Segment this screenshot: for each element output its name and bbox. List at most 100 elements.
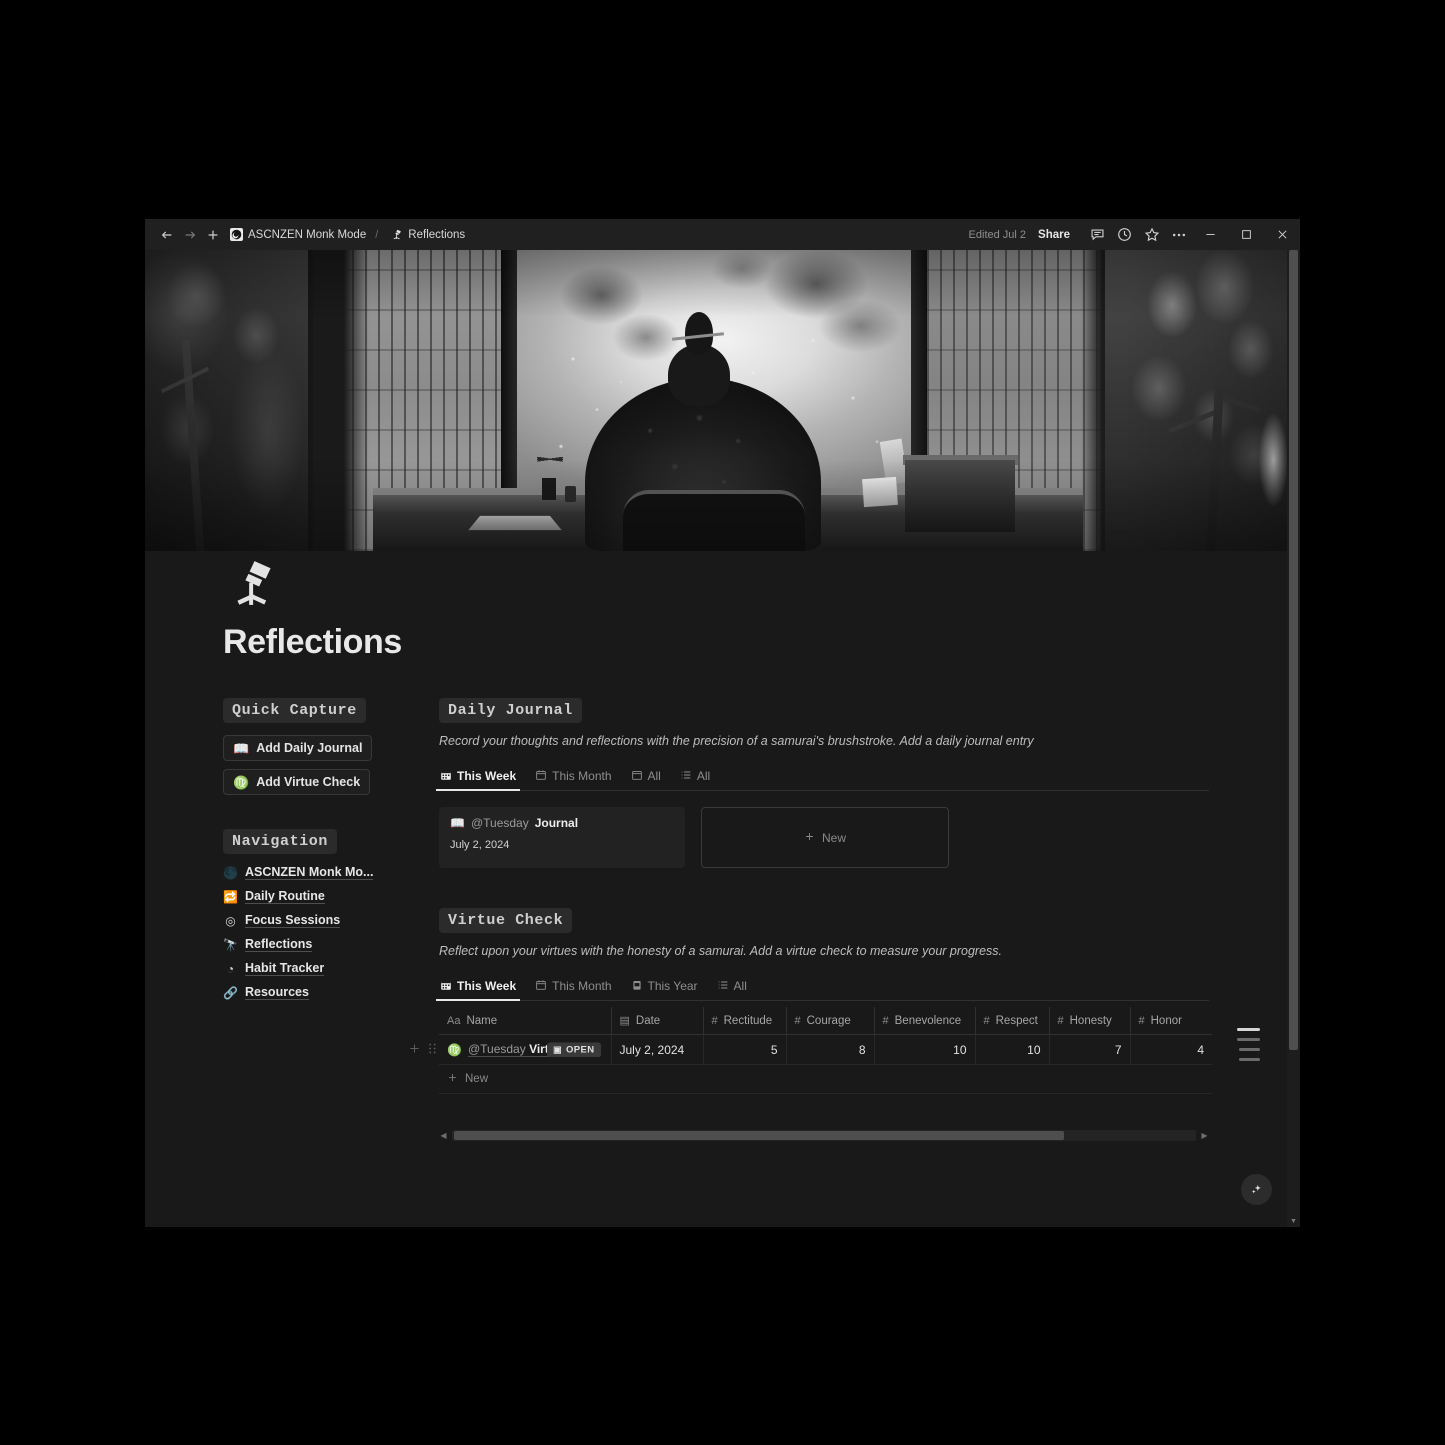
cover-image[interactable] (145, 250, 1287, 551)
plus-icon (804, 831, 815, 845)
calendar-month-icon (535, 769, 547, 785)
tab-all-list[interactable]: All (679, 765, 711, 791)
page-vertical-scrollbar[interactable]: ▲ ▼ (1287, 250, 1300, 1227)
close-button[interactable] (1264, 219, 1300, 250)
star-icon[interactable] (1138, 221, 1165, 248)
column-header-benevolence[interactable]: # Benevolence (874, 1007, 976, 1035)
toc-line-3[interactable] (1239, 1048, 1260, 1051)
target-icon: ◎ (225, 913, 236, 928)
column-header-date[interactable]: ▤ Date (611, 1007, 704, 1035)
journal-card[interactable]: 📖 @Tuesday Journal July 2, 2024 (439, 807, 685, 868)
toc-line-2[interactable] (1237, 1038, 1260, 1041)
table-of-contents-indicator[interactable] (1237, 1028, 1260, 1061)
sidebar-item-habit-tracker[interactable]: ◔ Habit Tracker (223, 961, 401, 976)
breadcrumb-workspace[interactable]: ASCNZEN Monk Mode (227, 228, 369, 241)
column-header-courage[interactable]: # Courage (786, 1007, 875, 1035)
daily-journal-cards: 📖 @Tuesday Journal July 2, 2024 New (439, 807, 1209, 868)
navigation-heading: Navigation (223, 829, 338, 854)
drag-handle-icon[interactable] (428, 1042, 437, 1057)
more-options-icon[interactable] (1165, 221, 1192, 248)
cell-rectitude[interactable]: 5 (703, 1034, 787, 1065)
add-virtue-check-button[interactable]: ♍ Add Virtue Check (223, 769, 371, 795)
virtue-check-table-wrapper: Aa Name ▤ Date # Rectitude # Courage # Benevo… (410, 1007, 1212, 1141)
scroll-left-icon[interactable]: ◀ (439, 1131, 448, 1140)
maximize-button[interactable] (1228, 219, 1264, 250)
table-row[interactable]: ♍ @Tuesday Virt ▣ OPEN July 2, 2024 5 8 … (439, 1034, 1212, 1065)
edited-timestamp: Edited Jul 2 (968, 228, 1027, 241)
cell-honesty[interactable]: 7 (1049, 1034, 1131, 1065)
chart-icon: ◔ (226, 961, 235, 976)
sidebar-item-reflections[interactable]: 🔭 Reflections (223, 937, 401, 952)
column-header-respect[interactable]: # Respect (975, 1007, 1050, 1035)
new-journal-card-button[interactable]: New (701, 807, 949, 868)
minimize-button[interactable] (1192, 219, 1228, 250)
ai-assistant-button[interactable] (1241, 1174, 1272, 1205)
main-column: Daily Journal Record your thoughts and r… (410, 698, 1212, 1141)
vertical-scrollbar-thumb[interactable] (1289, 250, 1298, 1050)
tab-vc-this-month[interactable]: This Month (534, 975, 612, 1001)
journal-card-title: 📖 @Tuesday Journal (450, 816, 674, 830)
cell-honor[interactable]: 4 (1130, 1034, 1212, 1065)
scroll-right-icon[interactable]: ▶ (1200, 1131, 1209, 1140)
calendar-icon (631, 769, 643, 785)
daily-journal-tabs: This Week This Month All All (435, 765, 1209, 791)
number-type-icon: # (1138, 1014, 1145, 1027)
open-row-button[interactable]: ▣ OPEN (547, 1042, 601, 1057)
column-header-rectitude[interactable]: # Rectitude (703, 1007, 787, 1035)
number-type-icon: # (794, 1014, 801, 1027)
column-header-name[interactable]: Aa Name (439, 1007, 612, 1035)
app-window: ASCNZEN Monk Mode / Reflections Edited J… (145, 219, 1300, 1227)
table-header-row: Aa Name ▤ Date # Rectitude # Courage # Benevo… (439, 1007, 1212, 1035)
tab-this-month[interactable]: This Month (534, 765, 612, 791)
tab-vc-this-week[interactable]: This Week (435, 975, 521, 1001)
tab-vc-this-year[interactable]: This Year (630, 975, 699, 1001)
daily-journal-block: Daily Journal Record your thoughts and r… (435, 698, 1209, 868)
toc-line-1[interactable] (1237, 1028, 1260, 1031)
tab-vc-all[interactable]: All (716, 975, 748, 1001)
cell-benevolence[interactable]: 10 (874, 1034, 976, 1065)
comment-icon[interactable] (1084, 221, 1111, 248)
calendar-month-icon (535, 979, 547, 995)
share-button[interactable]: Share (1038, 229, 1070, 241)
toc-line-4[interactable] (1239, 1058, 1260, 1061)
column-header-honor[interactable]: # Honor (1130, 1007, 1212, 1035)
sidebar-item-resources[interactable]: 🔗 Resources (223, 985, 401, 1000)
quick-capture-block: Quick Capture 📖 Add Daily Journal ♍ Add … (223, 698, 401, 795)
page-telescope-icon[interactable] (223, 555, 279, 611)
tab-this-week[interactable]: This Week (435, 765, 521, 791)
daily-journal-heading: Daily Journal (439, 698, 582, 723)
cell-courage[interactable]: 8 (786, 1034, 875, 1065)
back-icon[interactable] (155, 223, 178, 246)
scrollbar-track[interactable] (452, 1130, 1196, 1141)
tab-label: This Month (552, 769, 612, 784)
sidebar-item-daily-routine[interactable]: 🔁 Daily Routine (223, 889, 401, 904)
sidebar-item-ascnzen-monk-mode[interactable]: 🌑 ASCNZEN Monk Mo... (223, 865, 401, 880)
content-columns: Quick Capture 📖 Add Daily Journal ♍ Add … (223, 698, 1212, 1141)
tab-label: This Month (552, 979, 612, 994)
new-page-icon[interactable] (201, 223, 224, 246)
clock-icon[interactable] (1111, 221, 1138, 248)
scrollbar-thumb[interactable] (454, 1131, 1065, 1140)
table-horizontal-scrollbar[interactable]: ◀ ▶ (439, 1130, 1209, 1141)
scroll-down-icon[interactable]: ▼ (1287, 1216, 1300, 1227)
cell-date[interactable]: July 2, 2024 (611, 1034, 704, 1065)
tab-label: This Year (647, 979, 698, 994)
cell-name[interactable]: ♍ @Tuesday Virt ▣ OPEN (439, 1034, 612, 1065)
breadcrumb-page[interactable]: Reflections (387, 228, 468, 241)
column-header-honesty[interactable]: # Honesty (1049, 1007, 1131, 1035)
tab-all-calendar[interactable]: All (630, 765, 662, 791)
title-bar-right: Edited Jul 2 Share (969, 219, 1300, 250)
number-type-icon: # (882, 1014, 889, 1027)
virtue-check-tabs: This Week This Month This Year All (435, 975, 1209, 1001)
column-label: Rectitude (723, 1014, 773, 1027)
page-scroll-area[interactable]: Reflections Quick Capture 📖 Add Daily Jo… (145, 250, 1287, 1227)
title-bar-left: ASCNZEN Monk Mode / Reflections (155, 223, 468, 246)
moon-icon (230, 228, 243, 241)
row-controls (408, 1042, 437, 1057)
forward-icon[interactable] (178, 223, 201, 246)
add-daily-journal-button[interactable]: 📖 Add Daily Journal (223, 735, 373, 761)
sidebar-item-focus-sessions[interactable]: ◎ Focus Sessions (223, 913, 401, 928)
cell-respect[interactable]: 10 (975, 1034, 1050, 1065)
add-row-icon[interactable] (408, 1042, 421, 1057)
new-row-button[interactable]: New (439, 1065, 1212, 1094)
